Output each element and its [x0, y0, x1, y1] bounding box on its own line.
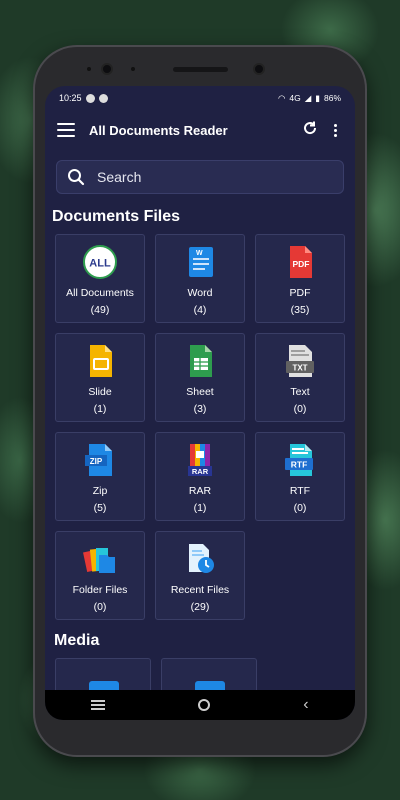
slide-icon — [82, 343, 118, 379]
recent-apps-icon[interactable] — [91, 700, 106, 710]
camera-icon — [101, 63, 113, 75]
hamburger-menu-icon[interactable] — [57, 123, 75, 137]
status-time: 10:25 — [59, 93, 82, 103]
tile-label: Slide — [88, 386, 112, 398]
tile-count: (29) — [190, 601, 210, 613]
status-bar: 10:25 ◠ 4G ◢ ▮ 86% — [45, 86, 355, 110]
refresh-icon[interactable] — [299, 120, 321, 141]
network-type: 4G — [289, 93, 301, 103]
tile-label: Sheet — [186, 386, 214, 398]
tile-rar[interactable]: RAR RAR (1) — [155, 432, 245, 521]
tile-count: (5) — [93, 502, 107, 514]
app-title: All Documents Reader — [89, 122, 228, 138]
tile-count: (35) — [290, 304, 310, 316]
system-nav-bar: ‹ — [45, 690, 355, 720]
tile-slide[interactable]: Slide (1) — [55, 333, 145, 422]
rtf-icon: RTF — [282, 442, 318, 478]
tile-rtf[interactable]: RTF RTF (0) — [255, 432, 345, 521]
camera-icon — [253, 63, 265, 75]
tile-label: Recent Files — [170, 584, 230, 596]
svg-text:RTF: RTF — [291, 460, 308, 470]
folder-files-icon — [82, 541, 118, 577]
tile-count: (49) — [90, 304, 110, 316]
more-options-icon[interactable] — [327, 123, 343, 137]
signal-icon: ◢ — [304, 92, 312, 103]
documents-grid: ALL All Documents (49) W Word (4) PDF PD… — [55, 234, 355, 620]
svg-text:PDF: PDF — [293, 259, 310, 269]
svg-text:W: W — [196, 250, 203, 257]
rar-icon: RAR — [182, 442, 218, 478]
tile-count: (4) — [193, 304, 207, 316]
search-bar[interactable]: Search — [56, 160, 344, 194]
tile-count: (0) — [293, 502, 307, 514]
search-placeholder: Search — [97, 169, 142, 185]
media-section-title: Media — [54, 632, 100, 649]
tile-label: RTF — [289, 485, 311, 497]
tile-label: Text — [290, 386, 310, 398]
tile-text[interactable]: TXT Text (0) — [255, 333, 345, 422]
tile-count: (1) — [193, 502, 207, 514]
documents-section-title: Documents Files — [52, 208, 181, 225]
zip-icon: ZIP — [82, 442, 118, 478]
tile-label: All Documents — [66, 287, 134, 299]
notification-icon — [85, 93, 95, 103]
search-icon — [68, 169, 85, 186]
tile-count: (0) — [293, 403, 307, 415]
tile-label: PDF — [289, 287, 311, 299]
all-documents-icon: ALL — [82, 244, 118, 280]
svg-text:ZIP: ZIP — [90, 457, 103, 466]
hotspot-icon: ◠ — [277, 92, 286, 103]
tile-zip[interactable]: ZIP Zip (5) — [55, 432, 145, 521]
battery-level: 86% — [323, 93, 341, 103]
tile-count: (0) — [93, 601, 107, 613]
svg-text:RAR: RAR — [192, 467, 209, 476]
speaker-grille — [173, 67, 228, 72]
tile-word[interactable]: W Word (4) — [155, 234, 245, 323]
sheet-icon — [182, 343, 218, 379]
tile-folder-files[interactable]: Folder Files (0) — [55, 531, 145, 620]
notification-icon — [98, 93, 108, 103]
recent-files-icon — [182, 541, 218, 577]
tile-label: Folder Files — [72, 584, 128, 596]
home-icon[interactable] — [198, 699, 211, 711]
app-screen: 10:25 ◠ 4G ◢ ▮ 86% All Documents Reader … — [45, 86, 355, 720]
svg-text:TXT: TXT — [292, 364, 307, 373]
word-icon: W — [182, 244, 218, 280]
pdf-icon: PDF — [282, 244, 318, 280]
tile-label: Zip — [92, 485, 108, 497]
tile-recent-files[interactable]: Recent Files (29) — [155, 531, 245, 620]
tile-all-documents[interactable]: ALL All Documents (49) — [55, 234, 145, 323]
tile-label: RAR — [188, 485, 212, 497]
tile-pdf[interactable]: PDF PDF (35) — [255, 234, 345, 323]
tile-label: Word — [187, 287, 213, 299]
tile-count: (3) — [193, 403, 207, 415]
tile-count: (1) — [93, 403, 107, 415]
battery-icon: ▮ — [315, 92, 320, 103]
text-icon: TXT — [282, 343, 318, 379]
sensor-dot — [131, 67, 135, 71]
tile-sheet[interactable]: Sheet (3) — [155, 333, 245, 422]
sensor-dot — [87, 67, 91, 71]
svg-text:ALL: ALL — [89, 258, 111, 270]
back-icon[interactable]: ‹ — [303, 696, 308, 714]
app-toolbar: All Documents Reader — [45, 110, 355, 150]
